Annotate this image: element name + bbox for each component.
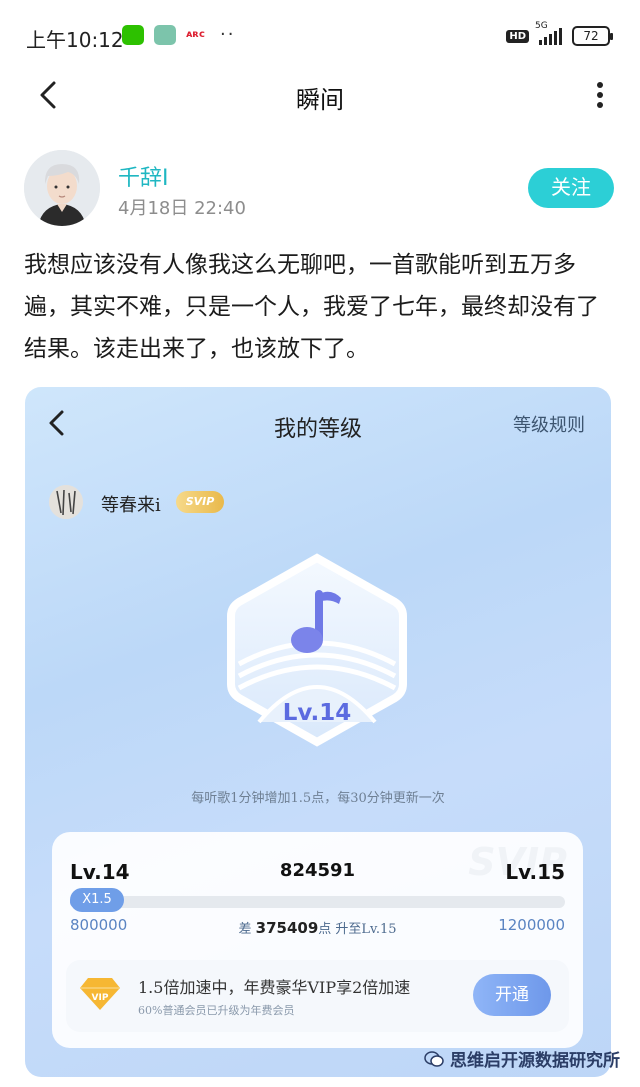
status-bar: 上午10:12 ᴀʀᴄ ·· HD 5G 72 xyxy=(0,0,640,70)
level-hint: 每听歌1分钟增加1.5点，每30分钟更新一次 xyxy=(191,791,445,806)
author-avatar[interactable] xyxy=(24,150,100,226)
vip-promo-subtitle: 60%普通会员已升级为年费会员 xyxy=(138,1004,295,1017)
level-rules-link: 等级规则 xyxy=(513,415,585,436)
vip-promo: VIP 1.5倍加速中，年费豪华VIP享2倍加速 60%普通会员已升级为年费会员… xyxy=(66,960,569,1032)
svg-text:VIP: VIP xyxy=(92,993,109,1003)
multiplier-badge: X1.5 xyxy=(70,888,124,912)
system-icons: HD 5G 72 xyxy=(506,21,613,46)
network-type: 5G xyxy=(535,21,548,31)
vip-promo-title: 1.5倍加速中，年费豪华VIP享2倍加速 xyxy=(138,978,411,997)
signal-icon: 5G xyxy=(535,21,562,45)
wechat-icon xyxy=(424,1050,444,1067)
more-notifications-icon: ·· xyxy=(220,24,236,45)
status-time: 上午10:12 xyxy=(26,28,124,52)
follow-button[interactable]: 关注 xyxy=(528,168,614,208)
post-content: 我想应该没有人像我这么无聊吧，一首歌能听到五万多遍，其实不难，只是一个人，我爱了… xyxy=(24,252,599,362)
author-name[interactable]: 千辞I xyxy=(118,160,169,192)
points-needed-prefix: 差 xyxy=(238,922,252,937)
current-points: 824591 xyxy=(279,860,356,881)
svip-badge: SVIP xyxy=(176,491,224,513)
open-vip-button: 开通 xyxy=(473,974,551,1016)
user-avatar xyxy=(49,485,83,519)
progress-panel: SVIP Lv.14 824591 Lv.15 X1.5 800000 差 37… xyxy=(52,832,583,1048)
source-watermark: 思维启开源数据研究所 xyxy=(424,1046,620,1071)
avatar-illustration xyxy=(24,150,100,226)
max-points: 1200000 xyxy=(498,916,565,934)
app-logo-icon: ᴀʀᴄ xyxy=(186,28,205,40)
notification-icons: ᴀʀᴄ ·· xyxy=(122,24,235,45)
battery-icon: 72 xyxy=(572,26,613,46)
level-label: Lv.14 xyxy=(282,700,352,726)
next-level: Lv.15 xyxy=(505,860,565,884)
post-date: 4月18日 22:40 xyxy=(118,198,246,219)
points-needed-value: 375409 xyxy=(255,919,319,937)
source-name: 思维启开源数据研究所 xyxy=(450,1051,620,1071)
shared-screenshot-card[interactable]: 我的等级 等级规则 等春来i SVIP Lv.14 每听歌1分钟增加1.5点，每… xyxy=(25,387,611,1077)
username: 等春来i xyxy=(101,495,161,516)
more-options-icon[interactable] xyxy=(596,80,604,110)
hd-icon: HD xyxy=(506,29,529,43)
progress-track xyxy=(70,896,565,908)
wechat-icon xyxy=(122,24,144,45)
vip-diamond-icon: VIP xyxy=(80,978,120,1010)
page-title: 瞬间 xyxy=(296,86,344,114)
nav-bar: 瞬间 xyxy=(0,70,640,120)
bank-app-icon xyxy=(154,24,176,45)
level-emblem: Lv.14 xyxy=(219,552,415,748)
points-needed-suffix: 点 升至Lv.15 xyxy=(318,922,397,937)
